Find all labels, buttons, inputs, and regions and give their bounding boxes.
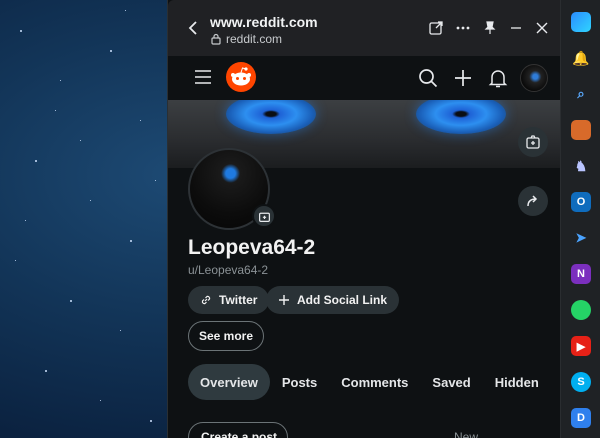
profile-username: u/Leopeva64-2 (188, 263, 269, 277)
user-avatar[interactable] (520, 64, 548, 92)
browser-window: www.reddit.com reddit.com Leopeva64-2 u/… (167, 0, 560, 438)
page-domain-title: www.reddit.com (210, 14, 318, 30)
minimize-icon[interactable] (508, 20, 524, 36)
camera-plus-icon (526, 135, 540, 149)
twitter-social-link[interactable]: Twitter (188, 286, 270, 314)
tab-posts[interactable]: Posts (270, 364, 329, 400)
profile-tabs: Overview Posts Comments Saved Hidden (188, 364, 551, 400)
side-taskbar: 🔔 ⌕ ♞ O ➤ N ▶ S D (560, 0, 600, 438)
hamburger-menu-icon[interactable] (194, 68, 212, 86)
onenote-icon[interactable]: N (571, 264, 591, 284)
youtube-icon[interactable]: ▶ (571, 336, 591, 356)
sort-dropdown[interactable]: New (454, 430, 478, 438)
link-icon (201, 295, 211, 305)
add-social-link-label: Add Social Link (297, 293, 388, 307)
toolbox-icon[interactable] (571, 120, 591, 140)
edit-avatar-button[interactable] (252, 204, 276, 228)
notification-bell-icon[interactable]: 🔔 (571, 48, 591, 68)
add-social-link-button[interactable]: Add Social Link (266, 286, 400, 314)
url-text[interactable]: reddit.com (226, 32, 282, 46)
twitter-link-label: Twitter (219, 293, 258, 307)
search-icon[interactable] (418, 68, 438, 88)
copilot-icon[interactable] (571, 12, 591, 32)
back-arrow-icon[interactable] (186, 20, 202, 36)
lock-icon (211, 33, 221, 45)
tab-hidden[interactable]: Hidden (483, 364, 551, 400)
discord-icon[interactable]: D (571, 408, 591, 428)
whatsapp-icon[interactable] (571, 300, 591, 320)
tab-saved[interactable]: Saved (420, 364, 482, 400)
banner-eye-left (226, 100, 316, 134)
edit-banner-button[interactable] (518, 127, 548, 157)
profile-display-name: Leopeva64-2 (188, 236, 316, 259)
create-post-button[interactable]: Create a post (188, 422, 288, 438)
skype-icon[interactable]: S (571, 372, 591, 392)
search-icon[interactable]: ⌕ (571, 84, 591, 104)
telegram-icon[interactable]: ➤ (571, 228, 591, 248)
close-icon[interactable] (534, 20, 550, 36)
reddit-header (168, 56, 560, 100)
tab-overview[interactable]: Overview (188, 364, 270, 400)
open-in-browser-icon[interactable] (428, 20, 444, 36)
banner-eye-right (416, 100, 506, 134)
plus-icon (279, 295, 289, 305)
share-profile-button[interactable] (518, 186, 548, 216)
tab-comments[interactable]: Comments (329, 364, 420, 400)
see-more-button[interactable]: See more (188, 321, 265, 351)
notification-bell-icon[interactable] (488, 68, 508, 88)
browser-titlebar: www.reddit.com reddit.com (168, 0, 560, 56)
share-arrow-icon (527, 195, 538, 207)
more-options-icon[interactable] (455, 20, 471, 36)
outlook-icon[interactable]: O (571, 192, 591, 212)
pin-icon[interactable] (482, 20, 498, 36)
chess-icon[interactable]: ♞ (571, 156, 591, 176)
reddit-logo-icon[interactable] (226, 62, 256, 92)
camera-plus-icon (258, 212, 270, 222)
create-plus-icon[interactable] (453, 68, 473, 88)
